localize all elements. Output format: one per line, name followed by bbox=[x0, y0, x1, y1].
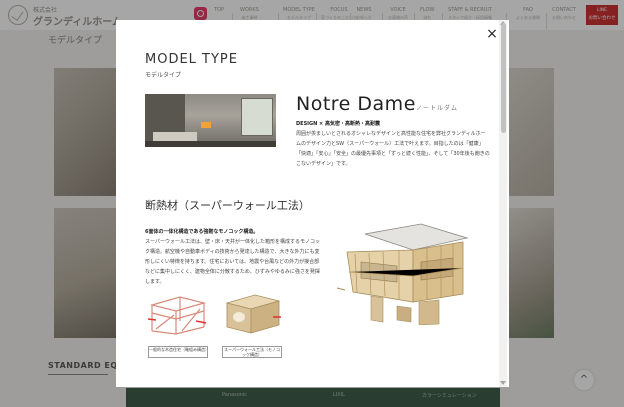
photo-window bbox=[241, 98, 273, 136]
photo-floor bbox=[145, 141, 276, 147]
section-lead: 6面体の一体化構造である強靭なモノコック構造。 bbox=[145, 229, 259, 235]
model-tagline: DESIGN × 高気密・高断熱・高耐震 bbox=[296, 121, 380, 127]
model-name: Notre Dame bbox=[296, 93, 416, 115]
model-name-kana: ノートルダム bbox=[416, 105, 459, 112]
scrollbar-thumb[interactable] bbox=[501, 23, 506, 133]
scroll-down-arrow-icon[interactable] bbox=[500, 381, 506, 385]
photo-sofa bbox=[153, 132, 197, 141]
post-and-beam-diagram bbox=[147, 296, 207, 335]
caption-conventional: 一般的な木造住宅（軸組み構造） bbox=[148, 346, 209, 358]
modal-subtitle: モデルタイプ bbox=[145, 72, 182, 79]
interior-photo bbox=[145, 94, 276, 147]
section-description: スーパーウォール工法は、壁・床・天井が一体化した箱形を構成するモノコック構造。航… bbox=[145, 239, 320, 285]
caption-superwall: スーパーウォール工法（モノコック構造） bbox=[222, 346, 282, 358]
modal-title: MODEL TYPE bbox=[145, 52, 238, 67]
section-title: 断熱材（スーパーウォール工法） bbox=[145, 199, 310, 212]
close-icon[interactable]: × bbox=[485, 27, 499, 41]
house-frame-illustration bbox=[336, 223, 469, 325]
photo-fireplace bbox=[201, 122, 211, 128]
monocoque-diagram bbox=[225, 294, 281, 334]
model-description: 周囲が羨ましいとされるオシャレなデザインと高性能な住宅を弊社グランディルホームの… bbox=[296, 131, 490, 167]
